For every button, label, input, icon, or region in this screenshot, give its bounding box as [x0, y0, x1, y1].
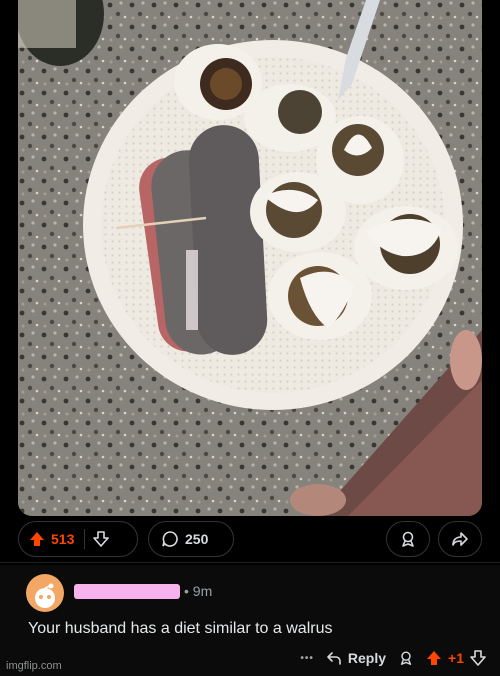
upvote-icon[interactable]	[426, 650, 442, 666]
comment-count: 250	[185, 531, 209, 547]
post-action-bar: 513 250	[18, 521, 482, 557]
divider	[0, 562, 500, 563]
comment-bubble-icon	[161, 530, 179, 548]
comment-timestamp: • 9m	[184, 583, 213, 599]
comments-button[interactable]: 250	[148, 521, 234, 557]
award-icon	[399, 530, 417, 548]
share-icon	[451, 530, 469, 548]
username-redacted	[74, 584, 180, 599]
vote-control: 513	[18, 521, 138, 557]
watermark: imgflip.com	[6, 660, 62, 672]
downvote-icon[interactable]	[93, 531, 110, 547]
reply-arrow-icon	[326, 650, 342, 666]
reply-button[interactable]: Reply	[326, 650, 386, 666]
avatar[interactable]	[26, 574, 64, 612]
vote-divider	[84, 529, 86, 549]
comment-body: Your husband has a diet similar to a wal…	[28, 620, 333, 637]
comment-actions: ••• Reply +1	[300, 647, 486, 669]
more-options-button[interactable]: •••	[300, 653, 314, 664]
screenshot-frame: 513 250 • 9m Your husband has a diet sim…	[0, 0, 500, 676]
share-button[interactable]	[438, 521, 482, 557]
award-icon[interactable]	[398, 650, 414, 666]
downvote-icon[interactable]	[470, 650, 486, 666]
food-photo	[18, 0, 482, 516]
comment-score: +1	[448, 650, 464, 666]
upvote-icon[interactable]	[29, 531, 45, 547]
reply-label: Reply	[347, 650, 387, 666]
comment-vote-control: +1	[426, 650, 486, 666]
post-image[interactable]	[18, 0, 482, 516]
award-button[interactable]	[386, 521, 430, 557]
comment: • 9m Your husband has a diet similar to …	[0, 565, 500, 676]
upvote-count: 513	[51, 531, 75, 547]
